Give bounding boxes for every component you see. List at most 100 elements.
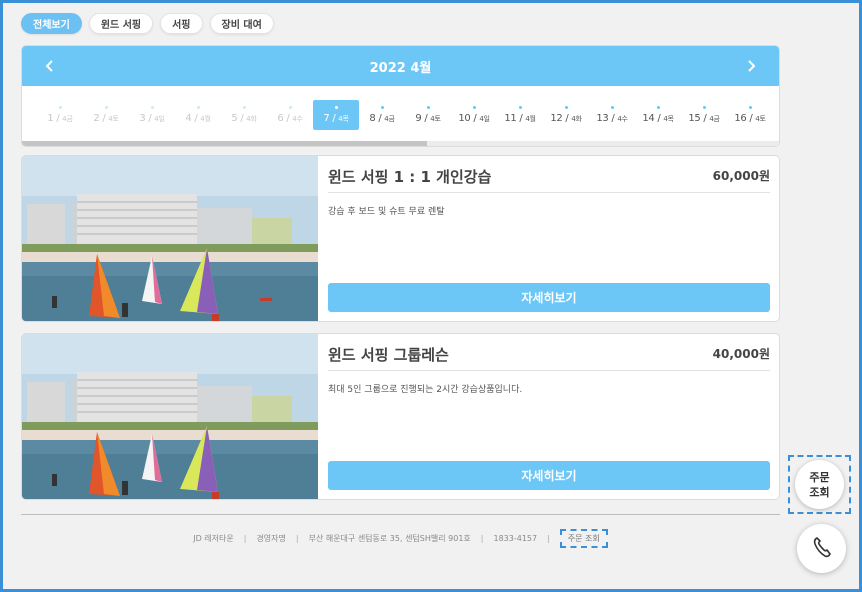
footer: JD 레저타운 | 경영자명 | 부산 해운대구 센텀동로 35, 센텀SH밸리… bbox=[21, 529, 780, 548]
day-weekday: 4토 bbox=[108, 115, 119, 123]
order-lookup-float-highlight: 주문 조회 bbox=[788, 455, 851, 514]
calendar-day-label: 10 / 4일 bbox=[458, 113, 490, 124]
availability-dot bbox=[196, 106, 200, 109]
order-float-line2: 조회 bbox=[809, 485, 830, 499]
day-weekday: 4월 bbox=[525, 115, 536, 123]
calendar-day-label: 9 / 4토 bbox=[415, 113, 441, 124]
calendar-day[interactable]: 12 / 4화 bbox=[543, 100, 589, 130]
calendar-days: 1 / 4금 2 / 4토 3 / 4일 4 / 4월 5 / 4화 6 / 4수 7 / … bbox=[22, 100, 779, 130]
product-price: 60,000원 bbox=[712, 169, 770, 183]
day-weekday: 4일 bbox=[154, 115, 165, 123]
scrollbar-thumb[interactable] bbox=[22, 141, 427, 146]
divider bbox=[328, 370, 770, 371]
calendar-day[interactable]: 15 / 4금 bbox=[681, 100, 727, 130]
availability-dot bbox=[748, 106, 752, 109]
calendar-day[interactable]: 8 / 4금 bbox=[359, 100, 405, 130]
tab-equipment-rental[interactable]: 장비 대여 bbox=[209, 13, 274, 34]
footer-address: 부산 해운대구 센텀동로 35, 센텀SH밸리 901호 bbox=[308, 534, 471, 543]
calendar-day[interactable]: 10 / 4일 bbox=[451, 100, 497, 130]
day-weekday: 4수 bbox=[292, 115, 303, 123]
order-lookup-float-button[interactable]: 주문 조회 bbox=[795, 460, 844, 509]
calendar-day-label: 1 / 4금 bbox=[47, 113, 73, 124]
calendar-day[interactable]: 16 / 4토 bbox=[727, 100, 773, 130]
phone-icon bbox=[812, 536, 832, 562]
calendar-day-label: 4 / 4월 bbox=[185, 113, 211, 124]
calendar-day-label: 14 / 4목 bbox=[642, 113, 674, 124]
day-weekday: 4금 bbox=[384, 115, 395, 123]
calendar-day-label: 13 / 4수 bbox=[596, 113, 628, 124]
calendar-day-label: 15 / 4금 bbox=[688, 113, 720, 124]
calendar-day[interactable]: 9 / 4토 bbox=[405, 100, 451, 130]
day-weekday: 4금 bbox=[709, 115, 720, 123]
day-number: 8 bbox=[369, 113, 376, 124]
calendar-month-title: 2022 4월 bbox=[369, 60, 432, 76]
day-weekday: 4토 bbox=[755, 115, 766, 123]
product-description: 최대 5인 그룹으로 진행되는 2시간 강습상품입니다. bbox=[328, 385, 523, 395]
calendar-day-label: 16 / 4토 bbox=[734, 113, 766, 124]
calendar-day[interactable]: 11 / 4월 bbox=[497, 100, 543, 130]
footer-company: JD 레저타운 bbox=[193, 534, 234, 543]
order-float-line1: 주문 bbox=[809, 470, 830, 484]
details-button[interactable]: 자세히보기 bbox=[328, 461, 770, 490]
day-number: 2 bbox=[93, 113, 100, 124]
footer-owner: 경영자명 bbox=[256, 534, 286, 543]
availability-dot bbox=[518, 106, 522, 109]
calendar-day-label: 2 / 4토 bbox=[93, 113, 119, 124]
tab-surf[interactable]: 서핑 bbox=[160, 13, 203, 34]
day-number: 13 bbox=[596, 113, 609, 124]
calendar-day[interactable]: 5 / 4화 bbox=[221, 100, 267, 130]
chevron-right-icon[interactable] bbox=[731, 46, 771, 86]
calendar-day[interactable]: 3 / 4일 bbox=[129, 100, 175, 130]
tab-all[interactable]: 전체보기 bbox=[21, 13, 82, 34]
day-number: 4 bbox=[185, 113, 192, 124]
footer-separator: | bbox=[295, 534, 299, 543]
calendar-day[interactable]: 2 / 4토 bbox=[83, 100, 129, 130]
product-title: 윈드 서핑 1 : 1 개인강습 bbox=[328, 168, 492, 186]
day-number: 1 bbox=[47, 113, 54, 124]
calendar-day[interactable]: 14 / 4목 bbox=[635, 100, 681, 130]
chevron-left-icon[interactable] bbox=[30, 46, 70, 86]
product-price: 40,000원 bbox=[712, 347, 770, 361]
availability-dot bbox=[702, 106, 706, 109]
phone-call-button[interactable] bbox=[797, 524, 846, 573]
availability-dot bbox=[380, 106, 384, 109]
details-button[interactable]: 자세히보기 bbox=[328, 283, 770, 312]
availability-dot bbox=[472, 106, 476, 109]
day-number: 16 bbox=[734, 113, 747, 124]
product-info: 윈드 서핑 1 : 1 개인강습 60,000원 강습 후 보드 및 슈트 무료… bbox=[328, 156, 770, 321]
availability-dot bbox=[242, 106, 246, 109]
calendar-day-label: 11 / 4월 bbox=[504, 113, 536, 124]
day-number: 6 bbox=[277, 113, 284, 124]
footer-phone: 1833-4157 bbox=[493, 534, 538, 543]
calendar-scrollbar[interactable] bbox=[22, 141, 779, 146]
calendar-day[interactable]: 1 / 4금 bbox=[37, 100, 83, 130]
calendar-day[interactable]: 4 / 4월 bbox=[175, 100, 221, 130]
availability-dot bbox=[104, 106, 108, 109]
day-number: 12 bbox=[550, 113, 563, 124]
availability-dot bbox=[426, 106, 430, 109]
footer-divider bbox=[21, 514, 780, 515]
availability-dot bbox=[610, 106, 614, 109]
product-info: 윈드 서핑 그룹레슨 40,000원 최대 5인 그룹으로 진행되는 2시간 강… bbox=[328, 334, 770, 499]
day-weekday: 4수 bbox=[617, 115, 628, 123]
calendar-day-label: 3 / 4일 bbox=[139, 113, 165, 124]
order-lookup-link[interactable]: 주문 조회 bbox=[559, 529, 608, 548]
day-number: 5 bbox=[231, 113, 238, 124]
calendar-day-label: 8 / 4금 bbox=[369, 113, 395, 124]
product-image bbox=[22, 156, 318, 321]
day-number: 7 bbox=[323, 113, 330, 124]
day-weekday: 4목 bbox=[663, 115, 674, 123]
footer-separator: | bbox=[243, 534, 247, 543]
calendar-day[interactable]: 13 / 4수 bbox=[589, 100, 635, 130]
divider bbox=[328, 192, 770, 193]
day-weekday: 4목 bbox=[338, 115, 349, 123]
calendar-day[interactable]: 6 / 4수 bbox=[267, 100, 313, 130]
calendar-day-label: 5 / 4화 bbox=[231, 113, 257, 124]
calendar-day-label: 12 / 4화 bbox=[550, 113, 582, 124]
product-image bbox=[22, 334, 318, 499]
calendar-day[interactable]: 7 / 4목 bbox=[313, 100, 359, 130]
tab-windsurf[interactable]: 윈드 서핑 bbox=[88, 13, 154, 34]
product-card: 윈드 서핑 1 : 1 개인강습 60,000원 강습 후 보드 및 슈트 무료… bbox=[21, 155, 780, 322]
day-weekday: 4월 bbox=[200, 115, 211, 123]
page-frame: 전체보기 윈드 서핑 서핑 장비 대여 2022 4월 1 / 4금 2 / 4토… bbox=[3, 3, 859, 589]
